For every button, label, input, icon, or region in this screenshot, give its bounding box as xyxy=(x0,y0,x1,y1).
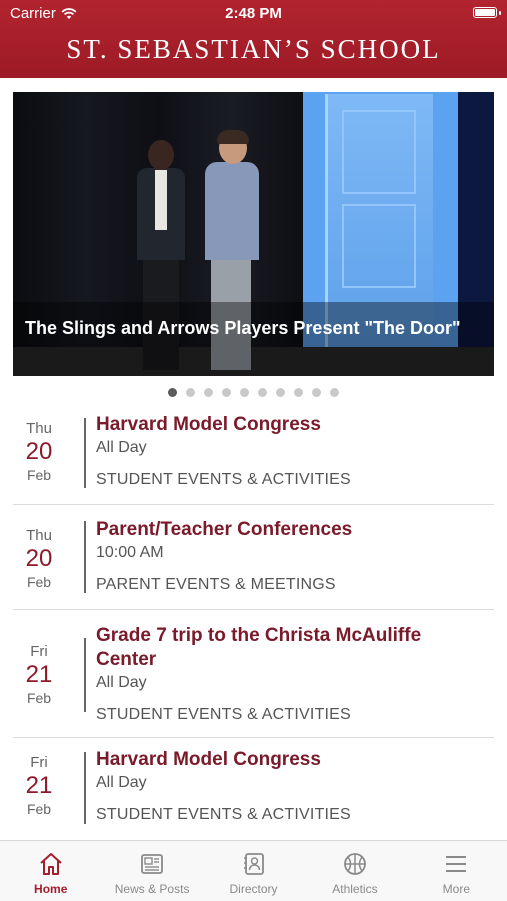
event-category: PARENT EVENTS & MEETINGS xyxy=(96,576,336,593)
tab-bar: Home News & Posts Directory Athletics More xyxy=(0,840,507,901)
menu-icon xyxy=(446,856,467,872)
hero-caption[interactable]: The Slings and Arrows Players Present "T… xyxy=(25,316,465,340)
event-day: 21 xyxy=(25,772,53,799)
event-row[interactable]: Fri 21 Feb Grade 7 trip to the Christa M… xyxy=(13,610,494,738)
event-row[interactable]: Thu 20 Feb Parent/Teacher Conferences 10… xyxy=(13,505,494,610)
carousel-pagination[interactable] xyxy=(0,388,507,397)
event-divider xyxy=(84,521,86,593)
carousel-dot[interactable] xyxy=(258,388,267,397)
tab-news-posts[interactable]: News & Posts xyxy=(101,841,202,901)
tab-label: Home xyxy=(34,882,68,896)
event-divider xyxy=(84,638,86,712)
event-weekday: Thu xyxy=(26,527,52,544)
basketball-icon xyxy=(344,853,366,875)
event-time: All Day xyxy=(96,774,147,791)
carousel-dot[interactable] xyxy=(276,388,285,397)
carousel-dot[interactable] xyxy=(168,388,177,397)
hero-carousel[interactable]: The Slings and Arrows Players Present "T… xyxy=(13,92,494,376)
event-time: All Day xyxy=(96,674,147,691)
event-month: Feb xyxy=(26,574,52,590)
status-time: 2:48 PM xyxy=(225,5,282,22)
tab-more[interactable]: More xyxy=(406,841,507,901)
event-title[interactable]: Harvard Model Congress xyxy=(96,413,486,437)
app-header: Carrier 2:48 PM ST. SEBASTIAN’S SCHOOL xyxy=(0,0,507,78)
directory-icon xyxy=(243,853,264,875)
event-weekday: Fri xyxy=(30,643,48,660)
event-time: 10:00 AM xyxy=(96,544,164,561)
event-month: Feb xyxy=(26,801,52,817)
event-info: Harvard Model Congress All Day STUDENT E… xyxy=(96,413,486,491)
carousel-dot[interactable] xyxy=(240,388,249,397)
tab-directory[interactable]: Directory xyxy=(203,841,304,901)
event-info: Grade 7 trip to the Christa McAuliffe Ce… xyxy=(96,624,486,726)
event-row[interactable]: Thu 20 Feb Harvard Model Congress All Da… xyxy=(13,404,494,505)
carousel-dot[interactable] xyxy=(222,388,231,397)
carousel-dot[interactable] xyxy=(186,388,195,397)
event-date: Fri 21 Feb xyxy=(13,643,65,706)
carousel-dot[interactable] xyxy=(312,388,321,397)
events-list: Thu 20 Feb Harvard Model Congress All Da… xyxy=(13,404,494,843)
event-date: Thu 20 Feb xyxy=(13,420,65,483)
event-title[interactable]: Grade 7 trip to the Christa McAuliffe Ce… xyxy=(96,624,486,672)
newspaper-icon xyxy=(141,854,164,874)
event-info: Parent/Teacher Conferences 10:00 AM PARE… xyxy=(96,518,486,596)
event-month: Feb xyxy=(26,467,52,483)
tab-label: More xyxy=(442,882,470,896)
event-category: STUDENT EVENTS & ACTIVITIES xyxy=(96,471,351,488)
event-day: 20 xyxy=(25,545,53,572)
status-bar: Carrier 2:48 PM xyxy=(0,0,507,26)
event-weekday: Thu xyxy=(26,420,52,437)
event-weekday: Fri xyxy=(30,754,48,771)
tab-label: Athletics xyxy=(332,882,378,896)
event-date: Fri 21 Feb xyxy=(13,754,65,817)
event-divider xyxy=(84,752,86,824)
event-title[interactable]: Harvard Model Congress xyxy=(96,748,486,772)
tab-label: Directory xyxy=(229,882,278,896)
event-time: All Day xyxy=(96,439,147,456)
event-day: 20 xyxy=(25,438,53,465)
battery-icon xyxy=(473,7,497,18)
home-icon xyxy=(40,853,62,875)
event-row[interactable]: Fri 21 Feb Harvard Model Congress All Da… xyxy=(13,738,494,843)
event-month: Feb xyxy=(26,690,52,706)
event-divider xyxy=(84,418,86,488)
carousel-dot[interactable] xyxy=(204,388,213,397)
school-title: ST. SEBASTIAN’S SCHOOL xyxy=(66,34,441,64)
carousel-dot[interactable] xyxy=(330,388,339,397)
event-category: STUDENT EVENTS & ACTIVITIES xyxy=(96,806,351,823)
event-date: Thu 20 Feb xyxy=(13,527,65,590)
event-day: 21 xyxy=(25,661,53,688)
event-title[interactable]: Parent/Teacher Conferences xyxy=(96,518,486,542)
tab-home[interactable]: Home xyxy=(0,841,101,901)
event-info: Harvard Model Congress All Day STUDENT E… xyxy=(96,748,486,826)
tab-athletics[interactable]: Athletics xyxy=(304,841,405,901)
battery-tip xyxy=(499,11,501,15)
carousel-dot[interactable] xyxy=(294,388,303,397)
event-category: STUDENT EVENTS & ACTIVITIES xyxy=(96,706,351,723)
tab-label: News & Posts xyxy=(114,882,190,896)
